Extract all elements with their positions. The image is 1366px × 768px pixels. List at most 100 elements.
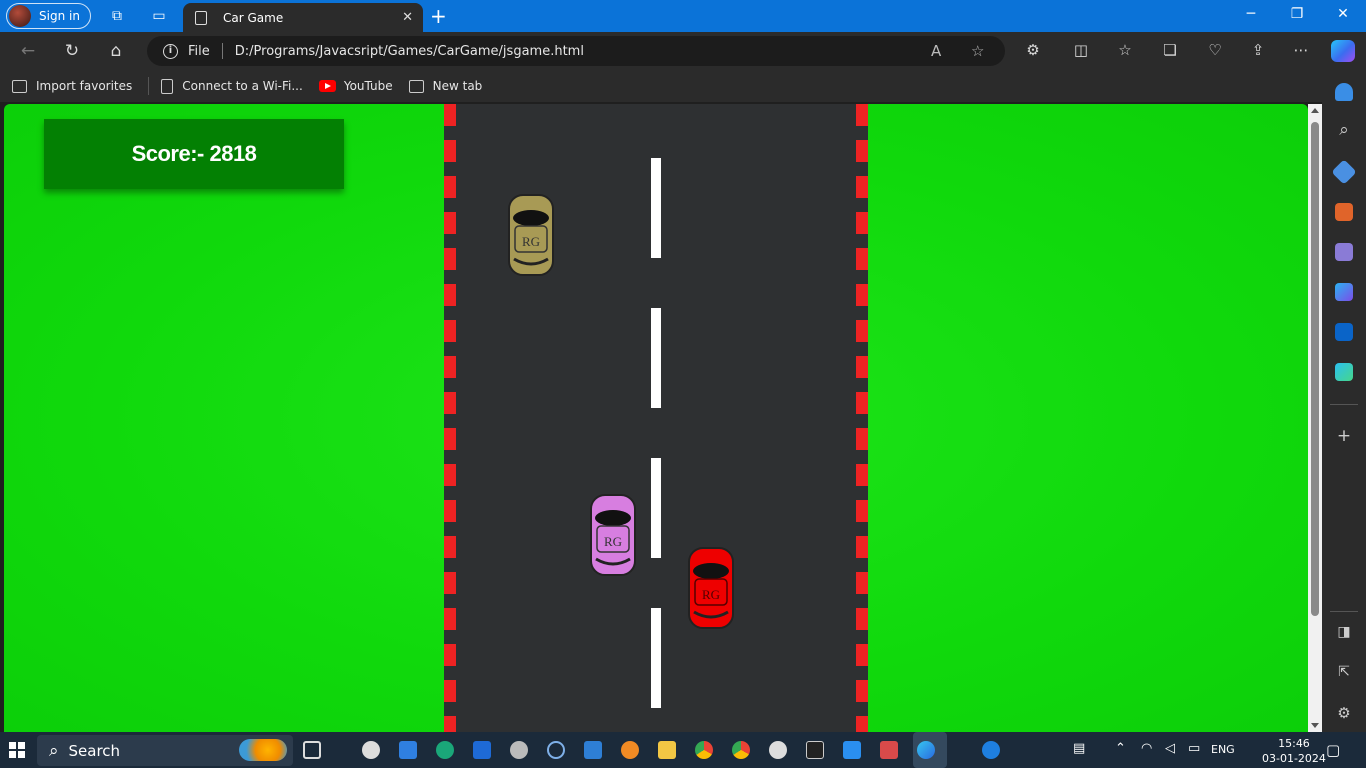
terminal-icon[interactable] xyxy=(806,741,824,759)
start-windows-icon[interactable] xyxy=(9,742,25,758)
tab-actions-icon[interactable]: ▭ xyxy=(150,7,168,25)
read-aloud-icon[interactable]: A xyxy=(931,42,941,60)
share-icon[interactable]: ⇪ xyxy=(1248,41,1268,59)
bookmark-divider xyxy=(148,77,150,95)
youtube-icon xyxy=(318,80,336,92)
notifications-icon[interactable]: ▢ xyxy=(1326,741,1340,759)
scroll-down-arrow-icon[interactable] xyxy=(1311,723,1319,728)
close-window-icon[interactable]: ✕ xyxy=(1333,6,1353,22)
shopping-tag-icon[interactable] xyxy=(1331,159,1357,185)
restore-icon[interactable]: ❐ xyxy=(1287,6,1307,22)
avatar xyxy=(9,5,31,27)
home-icon[interactable]: ⌂ xyxy=(105,40,127,62)
minimize-icon[interactable]: ─ xyxy=(1241,6,1261,22)
address-bar[interactable]: i File D:/Programs/Javacsript/Games/CarG… xyxy=(147,36,1005,66)
battery-icon[interactable]: ▭ xyxy=(1188,741,1200,756)
calendar-icon[interactable] xyxy=(399,741,417,759)
enemy-car-violet: RG xyxy=(590,494,636,576)
news-widget-icon[interactable]: ▤ xyxy=(1073,741,1085,756)
bookmark-connect-wifi[interactable]: Connect to a Wi-Fi... xyxy=(161,78,303,94)
back-icon[interactable]: ← xyxy=(17,40,39,62)
drop-icon[interactable] xyxy=(1335,363,1353,381)
bookmark-new-tab[interactable]: New tab xyxy=(408,79,483,93)
car-label: RG xyxy=(604,534,622,549)
chrome-icon[interactable] xyxy=(695,741,713,759)
chrome-icon[interactable] xyxy=(732,741,750,759)
mail-icon[interactable] xyxy=(584,741,602,759)
car-label: RG xyxy=(522,234,540,249)
windows-taskbar: ⌕ Search ▤ ⌃ ◠ ◁ ▭ ENG 15:46 03-01-2024 … xyxy=(0,732,1366,768)
search-icon: ⌕ xyxy=(49,740,59,761)
info-icon[interactable]: i xyxy=(163,43,178,59)
wifi-icon[interactable]: ◠ xyxy=(1141,741,1152,756)
blender-icon[interactable] xyxy=(621,741,639,759)
more-menu-icon[interactable]: ⋯ xyxy=(1291,41,1311,59)
scroll-thumb[interactable] xyxy=(1311,122,1319,616)
app-icon-upwork[interactable] xyxy=(436,741,454,759)
sidebar-divider xyxy=(1330,404,1358,405)
microsoft-365-icon[interactable] xyxy=(1335,283,1353,301)
defender-shield-icon[interactable] xyxy=(473,741,491,759)
clock-date: 03-01-2024 xyxy=(1262,752,1326,765)
vscode-icon[interactable] xyxy=(843,741,861,759)
games-icon[interactable] xyxy=(1335,243,1353,261)
atom-icon[interactable] xyxy=(547,741,565,759)
workspaces-icon[interactable]: ⧉ xyxy=(108,7,126,25)
app-icon-2[interactable] xyxy=(880,741,898,759)
lane-line xyxy=(651,158,661,258)
search-highlight-icon xyxy=(239,739,287,761)
outlook-icon[interactable] xyxy=(1335,323,1353,341)
edge-icon[interactable] xyxy=(917,741,935,759)
address-protocol: File xyxy=(188,43,210,59)
enemy-car-olive: RG xyxy=(508,194,554,276)
scroll-up-arrow-icon[interactable] xyxy=(1311,108,1319,113)
copilot-icon[interactable] xyxy=(1331,40,1355,62)
search-label: Search xyxy=(68,741,121,760)
help-icon[interactable] xyxy=(982,741,1000,759)
task-view-icon[interactable] xyxy=(303,741,321,759)
browser-essentials-icon[interactable]: ♡ xyxy=(1205,41,1225,59)
show-hidden-icons-chevron-icon[interactable]: ⌃ xyxy=(1115,741,1126,756)
lane-line xyxy=(651,308,661,408)
new-tab-button[interactable]: + xyxy=(430,4,447,28)
game-viewport[interactable]: Score:- 2818 RG RG RG xyxy=(4,104,1308,732)
language-indicator[interactable]: ENG xyxy=(1211,743,1235,756)
lane-line xyxy=(651,608,661,708)
address-divider xyxy=(221,43,223,59)
player-car[interactable]: RG xyxy=(686,546,736,630)
obs-icon[interactable] xyxy=(769,741,787,759)
taskbar-search[interactable]: ⌕ Search xyxy=(37,735,293,766)
volume-icon[interactable]: ◁ xyxy=(1165,741,1175,756)
profile-signin-button[interactable]: Sign in xyxy=(6,3,91,29)
bookmark-youtube[interactable]: YouTube xyxy=(318,79,393,93)
skull-icon[interactable] xyxy=(510,741,528,759)
notification-bell-icon[interactable] xyxy=(1335,83,1353,101)
refresh-icon[interactable]: ↻ xyxy=(61,40,83,62)
app-icon-1[interactable] xyxy=(362,741,380,759)
taskbar-clock[interactable]: 15:46 03-01-2024 xyxy=(1262,736,1326,766)
add-icon[interactable]: + xyxy=(1333,426,1355,446)
bookmark-import-favorites[interactable]: Import favorites xyxy=(12,79,132,93)
hide-sidebar-icon[interactable]: ◨ xyxy=(1333,624,1355,640)
extensions-icon[interactable]: ⚙ xyxy=(1023,41,1043,59)
favorite-star-icon[interactable]: ☆ xyxy=(971,42,984,60)
search-icon[interactable]: ⌕ xyxy=(1333,120,1355,140)
address-url[interactable]: D:/Programs/Javacsript/Games/CarGame/jsg… xyxy=(235,44,584,59)
bookmark-label: New tab xyxy=(432,79,483,93)
score-board: Score:- 2818 xyxy=(44,119,344,189)
bookmarks-bar: Import favorites Connect to a Wi-Fi... Y… xyxy=(0,70,1326,102)
new-tab-icon xyxy=(408,79,424,93)
tools-icon[interactable] xyxy=(1335,203,1353,221)
split-screen-icon[interactable]: ◫ xyxy=(1071,41,1091,59)
bookmark-label: Connect to a Wi-Fi... xyxy=(182,79,303,93)
favorites-icon[interactable]: ☆ xyxy=(1115,41,1135,59)
close-tab-icon[interactable]: ✕ xyxy=(402,10,413,25)
tab-car-game[interactable]: Car Game ✕ xyxy=(183,3,423,32)
open-external-icon[interactable]: ⇱ xyxy=(1333,664,1355,680)
settings-gear-icon[interactable]: ⚙ xyxy=(1333,704,1355,722)
import-icon xyxy=(12,79,27,93)
page-scrollbar[interactable] xyxy=(1308,104,1322,732)
collections-icon[interactable]: ❏ xyxy=(1160,41,1180,59)
left-curb xyxy=(444,104,456,732)
file-explorer-icon[interactable] xyxy=(658,741,676,759)
